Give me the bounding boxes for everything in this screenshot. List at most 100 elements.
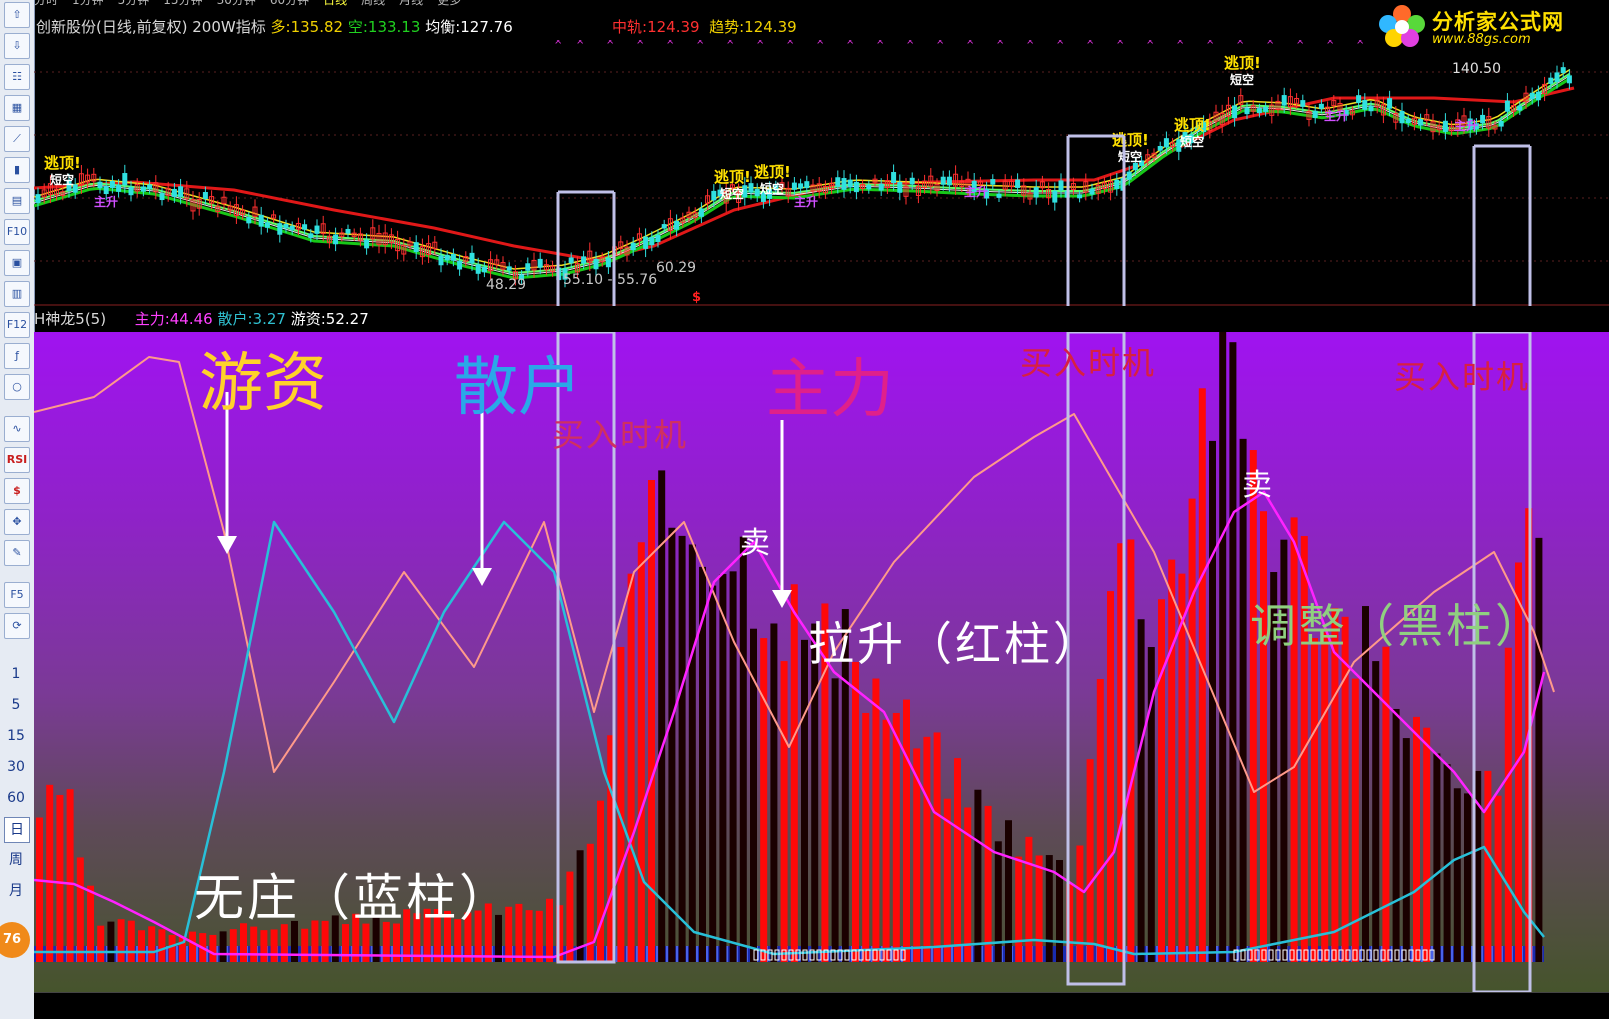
red-bar bbox=[1494, 795, 1502, 962]
tab-7[interactable]: 周线 bbox=[361, 0, 385, 7]
doc-icon[interactable]: ▥ bbox=[4, 281, 30, 307]
grid-icon[interactable]: ▦ bbox=[4, 95, 30, 121]
red-bar bbox=[1321, 632, 1329, 962]
rsi-icon[interactable]: RSI bbox=[4, 447, 30, 473]
red-bar bbox=[862, 712, 870, 962]
blue-bar bbox=[421, 946, 423, 962]
list-icon[interactable]: ☷ bbox=[4, 64, 30, 90]
formula-icon[interactable]: ƒ bbox=[4, 343, 30, 369]
tab-2[interactable]: 5分钟 bbox=[118, 0, 150, 7]
red-bar bbox=[250, 926, 258, 962]
tab-3[interactable]: 15分钟 bbox=[163, 0, 202, 7]
candle-body bbox=[897, 181, 903, 193]
period-button-月[interactable]: 月 bbox=[4, 879, 28, 903]
tab-0[interactable]: 分时 bbox=[34, 0, 58, 7]
red-bar bbox=[209, 934, 217, 962]
candle-body bbox=[798, 183, 804, 189]
candle-body bbox=[116, 184, 122, 192]
tab-6[interactable]: 日线 bbox=[323, 0, 347, 7]
price-label-high: 140.50 bbox=[1452, 61, 1501, 77]
candle-body bbox=[711, 190, 717, 201]
black-bar bbox=[1464, 793, 1471, 962]
red-bar bbox=[1382, 646, 1390, 962]
move-icon[interactable]: ✥ bbox=[4, 509, 30, 535]
blue-bar bbox=[186, 946, 188, 962]
signal-x-marker: × bbox=[576, 40, 584, 47]
f12-icon[interactable]: F12 bbox=[4, 312, 30, 338]
tab-5[interactable]: 60分钟 bbox=[270, 0, 309, 7]
refresh-icon[interactable]: ⟳ bbox=[4, 613, 30, 639]
candle-body bbox=[469, 252, 475, 264]
candle-body bbox=[1529, 92, 1535, 100]
red-bar bbox=[790, 584, 798, 962]
price-label-mid-pair: 55.10 - 55.76 bbox=[563, 272, 658, 288]
signal-x-marker: × bbox=[726, 40, 734, 47]
line-chart-icon[interactable]: ⟋ bbox=[4, 126, 30, 152]
indicator-panel[interactable]: 游资 散户 主力 买入时机 买入时机 买入时机 卖 卖 拉升（红柱） 调整（黑柱… bbox=[34, 332, 1609, 992]
sanhu-value: 3.27 bbox=[252, 310, 286, 328]
red-bar bbox=[892, 712, 900, 962]
dollar-icon[interactable]: $ bbox=[4, 478, 30, 504]
candle-body bbox=[345, 228, 351, 234]
black-bar bbox=[831, 678, 839, 962]
red-bar bbox=[189, 931, 196, 962]
annotation-sell-2: 卖 bbox=[1242, 468, 1272, 503]
main-candlestick-chart[interactable]: 逃顶!短空 逃顶!短空逃顶!短空逃顶!短空逃顶!短空逃顶!短空主升 主升主升主升主升… bbox=[34, 40, 1609, 306]
arrow-sanhu-head bbox=[472, 568, 492, 586]
candle-body bbox=[444, 254, 450, 261]
tab-9[interactable]: 更多 bbox=[437, 0, 461, 7]
red-bar bbox=[1311, 638, 1318, 962]
table-icon[interactable]: ▤ bbox=[4, 188, 30, 214]
f10-icon[interactable]: F10 bbox=[4, 219, 30, 245]
period-button-1[interactable]: 1 bbox=[4, 662, 28, 686]
site-logo: 分析家公式网 www.88gs.com bbox=[1376, 2, 1576, 48]
candle-body bbox=[1517, 105, 1523, 111]
signal-x-marker: × bbox=[756, 40, 764, 47]
period-button-5[interactable]: 5 bbox=[4, 693, 28, 717]
tab-1[interactable]: 1分钟 bbox=[72, 0, 104, 7]
period-button-日[interactable]: 日 bbox=[4, 817, 30, 843]
period-button-周[interactable]: 周 bbox=[4, 848, 28, 872]
f5-icon[interactable]: F5 bbox=[4, 582, 30, 608]
blue-bar bbox=[411, 946, 413, 962]
candle-body bbox=[1114, 179, 1120, 190]
signal-taoding-5: 逃顶! bbox=[1224, 54, 1261, 72]
blue-bar bbox=[716, 946, 718, 962]
signal-taoding-2: 逃顶! bbox=[754, 163, 791, 181]
qushi-label: 趋势: bbox=[709, 18, 745, 36]
signal-zhusheng-1: 主升 bbox=[794, 194, 818, 209]
flower-logo-icon bbox=[1379, 5, 1425, 47]
zhuli-label: 主力: bbox=[134, 310, 170, 328]
up-arrow-icon[interactable]: ⇧ bbox=[4, 2, 30, 28]
report-icon[interactable]: ▣ bbox=[4, 250, 30, 276]
candle-body bbox=[97, 181, 103, 189]
duo-label: 多: bbox=[270, 18, 291, 36]
red-bar bbox=[97, 925, 105, 962]
candle-body bbox=[698, 208, 704, 217]
red-bar bbox=[984, 805, 992, 962]
pencil-icon[interactable]: ✎ bbox=[4, 540, 30, 566]
black-bar bbox=[1229, 342, 1237, 962]
period-button-15[interactable]: 15 bbox=[4, 724, 28, 748]
signal-x-marker: × bbox=[1056, 40, 1064, 47]
main-chart-title: 创新股份(日线,前复权) 200W指标 bbox=[36, 18, 266, 36]
candle-icon[interactable]: ▮ bbox=[4, 157, 30, 183]
circle-icon[interactable]: ○ bbox=[4, 374, 30, 400]
blue-bar bbox=[156, 946, 158, 962]
tab-8[interactable]: 月线 bbox=[399, 0, 423, 7]
signal-x-marker: × bbox=[876, 40, 884, 47]
candle-body bbox=[246, 216, 252, 224]
period-button-30[interactable]: 30 bbox=[4, 755, 28, 779]
blue-bar bbox=[401, 946, 403, 962]
down-arrow-icon[interactable]: ⇩ bbox=[4, 33, 30, 59]
candle-body bbox=[1126, 171, 1132, 180]
red-bar bbox=[535, 910, 543, 962]
candle-body bbox=[264, 222, 270, 228]
black-bar bbox=[1453, 788, 1461, 962]
tab-4[interactable]: 30分钟 bbox=[217, 0, 256, 7]
red-bar bbox=[260, 930, 268, 962]
period-button-60[interactable]: 60 bbox=[4, 786, 28, 810]
wave-icon[interactable]: ∿ bbox=[4, 416, 30, 442]
black-bar bbox=[678, 535, 686, 962]
price-label-mid-right: 60.29 bbox=[656, 260, 697, 276]
